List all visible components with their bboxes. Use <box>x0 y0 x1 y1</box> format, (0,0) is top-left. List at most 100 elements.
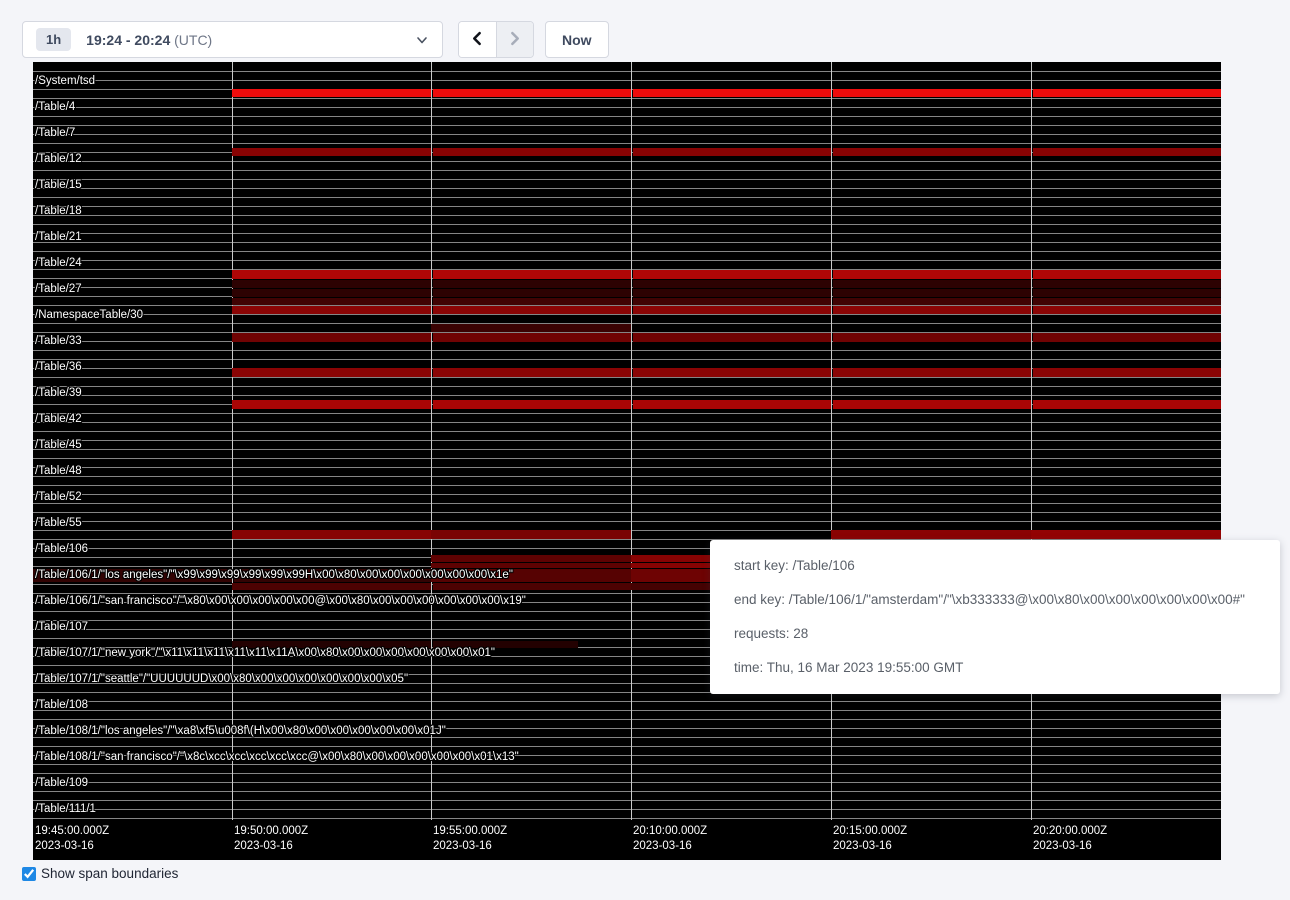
span-activity-band <box>232 333 431 342</box>
span-activity-band <box>1033 298 1222 305</box>
range-utc-suffix: (UTC) <box>170 32 212 48</box>
tooltip-time: time: Thu, 16 Mar 2023 19:55:00 GMT <box>734 661 1256 675</box>
span-key-label: /Table/111/1 <box>35 803 96 815</box>
chevron-left-icon <box>470 31 485 49</box>
span-key-label: /Table/4 <box>35 101 75 113</box>
x-axis-tick: 20:15:00.000Z2023-03-16 <box>833 824 907 854</box>
span-key-label: /Table/55 <box>35 517 82 529</box>
chevron-right-icon <box>507 31 522 49</box>
span-key-label: /Table/45 <box>35 439 82 451</box>
span-activity-band <box>232 148 431 156</box>
span-key-label: /Table/12 <box>35 153 82 165</box>
tick-date: 2023-03-16 <box>833 839 907 854</box>
span-activity-band <box>433 289 631 297</box>
span-key-label: /Table/7 <box>35 127 75 139</box>
span-key-label: /Table/109 <box>35 777 88 789</box>
span-key-label: /Table/106 <box>35 543 88 555</box>
span-key-label: /Table/108 <box>35 699 88 711</box>
tick-date: 2023-03-16 <box>234 839 308 854</box>
span-activity-band <box>431 324 631 332</box>
span-activity-band <box>431 563 631 569</box>
span-activity-band <box>633 289 831 297</box>
span-key-label: /Table/24 <box>35 257 82 269</box>
span-activity-band <box>833 280 1031 288</box>
span-activity-band <box>232 270 431 279</box>
span-activity-band <box>433 148 631 156</box>
span-activity-band <box>232 583 431 590</box>
span-activity-band <box>1031 530 1221 539</box>
span-activity-band <box>833 270 1031 279</box>
span-activity-band <box>433 333 631 342</box>
span-activity-band <box>1033 368 1222 377</box>
span-activity-band <box>633 270 831 279</box>
x-axis-tick: 19:45:00.000Z2023-03-16 <box>35 824 109 854</box>
span-activity-band <box>232 280 431 288</box>
next-interval-button[interactable] <box>496 22 534 57</box>
tick-time: 19:55:00.000Z <box>433 824 507 839</box>
span-key-label: /Table/15 <box>35 179 82 191</box>
tick-date: 2023-03-16 <box>35 839 109 854</box>
x-axis-tick: 19:55:00.000Z2023-03-16 <box>433 824 507 854</box>
span-key-label: /Table/42 <box>35 413 82 425</box>
span-activity-band <box>232 89 431 98</box>
span-key-label: /Table/52 <box>35 491 82 503</box>
span-activity-band <box>433 280 631 288</box>
span-key-label: /Table/21 <box>35 231 82 243</box>
span-boundary-lines <box>33 63 1221 821</box>
span-activity-band <box>633 400 831 409</box>
tick-time: 20:15:00.000Z <box>833 824 907 839</box>
chevron-down-icon <box>415 33 429 47</box>
show-span-boundaries-row[interactable]: Show span boundaries <box>22 866 178 881</box>
span-key-label: /NamespaceTable/30 <box>35 309 143 321</box>
span-activity-band <box>1033 333 1222 342</box>
span-activity-band <box>232 306 431 314</box>
span-activity-band <box>833 298 1031 305</box>
span-activity-band <box>831 530 1031 539</box>
tick-date: 2023-03-16 <box>433 839 507 854</box>
tick-time: 19:45:00.000Z <box>35 824 109 839</box>
span-activity-band <box>431 530 631 539</box>
span-activity-band <box>433 298 631 305</box>
span-key-label: /Table/48 <box>35 465 82 477</box>
column-gridline <box>831 62 832 820</box>
tick-time: 19:50:00.000Z <box>234 824 308 839</box>
span-activity-band <box>833 148 1031 156</box>
span-key-label: /System/tsd <box>35 75 95 87</box>
span-key-label: /Table/106/1/"los angeles"/"\x99\x99\x99… <box>35 569 513 581</box>
range-label: 19:24 - 20:24 (UTC) <box>86 32 212 48</box>
span-activity-band <box>433 400 631 409</box>
time-range-select[interactable]: 1h 19:24 - 20:24 (UTC) <box>22 21 443 58</box>
span-activity-band <box>232 298 431 305</box>
span-activity-band <box>633 306 831 314</box>
tick-time: 20:10:00.000Z <box>633 824 707 839</box>
span-activity-band <box>633 368 831 377</box>
span-activity-band <box>232 400 431 409</box>
span-key-label: /Table/108/1/"san francisco"/"\x8c\xcc\x… <box>35 751 519 763</box>
span-activity-band <box>232 289 431 297</box>
span-activity-band <box>833 400 1031 409</box>
span-activity-band <box>633 280 831 288</box>
span-activity-band <box>1033 289 1222 297</box>
span-activity-band <box>833 89 1031 98</box>
span-boundaries-checkbox[interactable] <box>22 867 36 881</box>
key-visualizer-canvas[interactable]: /System/tsd/Table/4/Table/7/Table/12/Tab… <box>33 62 1221 860</box>
previous-interval-button[interactable] <box>459 22 496 57</box>
tooltip-start-key: start key: /Table/106 <box>734 559 1256 573</box>
now-button[interactable]: Now <box>545 21 609 58</box>
column-gridline <box>1031 62 1032 820</box>
span-activity-band <box>232 530 431 539</box>
span-activity-band <box>433 583 632 590</box>
span-activity-band <box>433 368 631 377</box>
span-activity-band <box>833 306 1031 314</box>
span-activity-band <box>1033 400 1222 409</box>
span-key-label: /Table/36 <box>35 361 82 373</box>
tooltip-end-key: end key: /Table/106/1/"amsterdam"/"\xb33… <box>734 593 1256 607</box>
span-key-label: /Table/107 <box>35 621 88 633</box>
span-activity-band <box>833 368 1031 377</box>
span-activity-band <box>833 333 1031 342</box>
tick-date: 2023-03-16 <box>1033 839 1107 854</box>
span-key-label: /Table/33 <box>35 335 82 347</box>
span-activity-band <box>1033 270 1222 279</box>
span-key-label: /Table/27 <box>35 283 82 295</box>
tick-time: 20:20:00.000Z <box>1033 824 1107 839</box>
